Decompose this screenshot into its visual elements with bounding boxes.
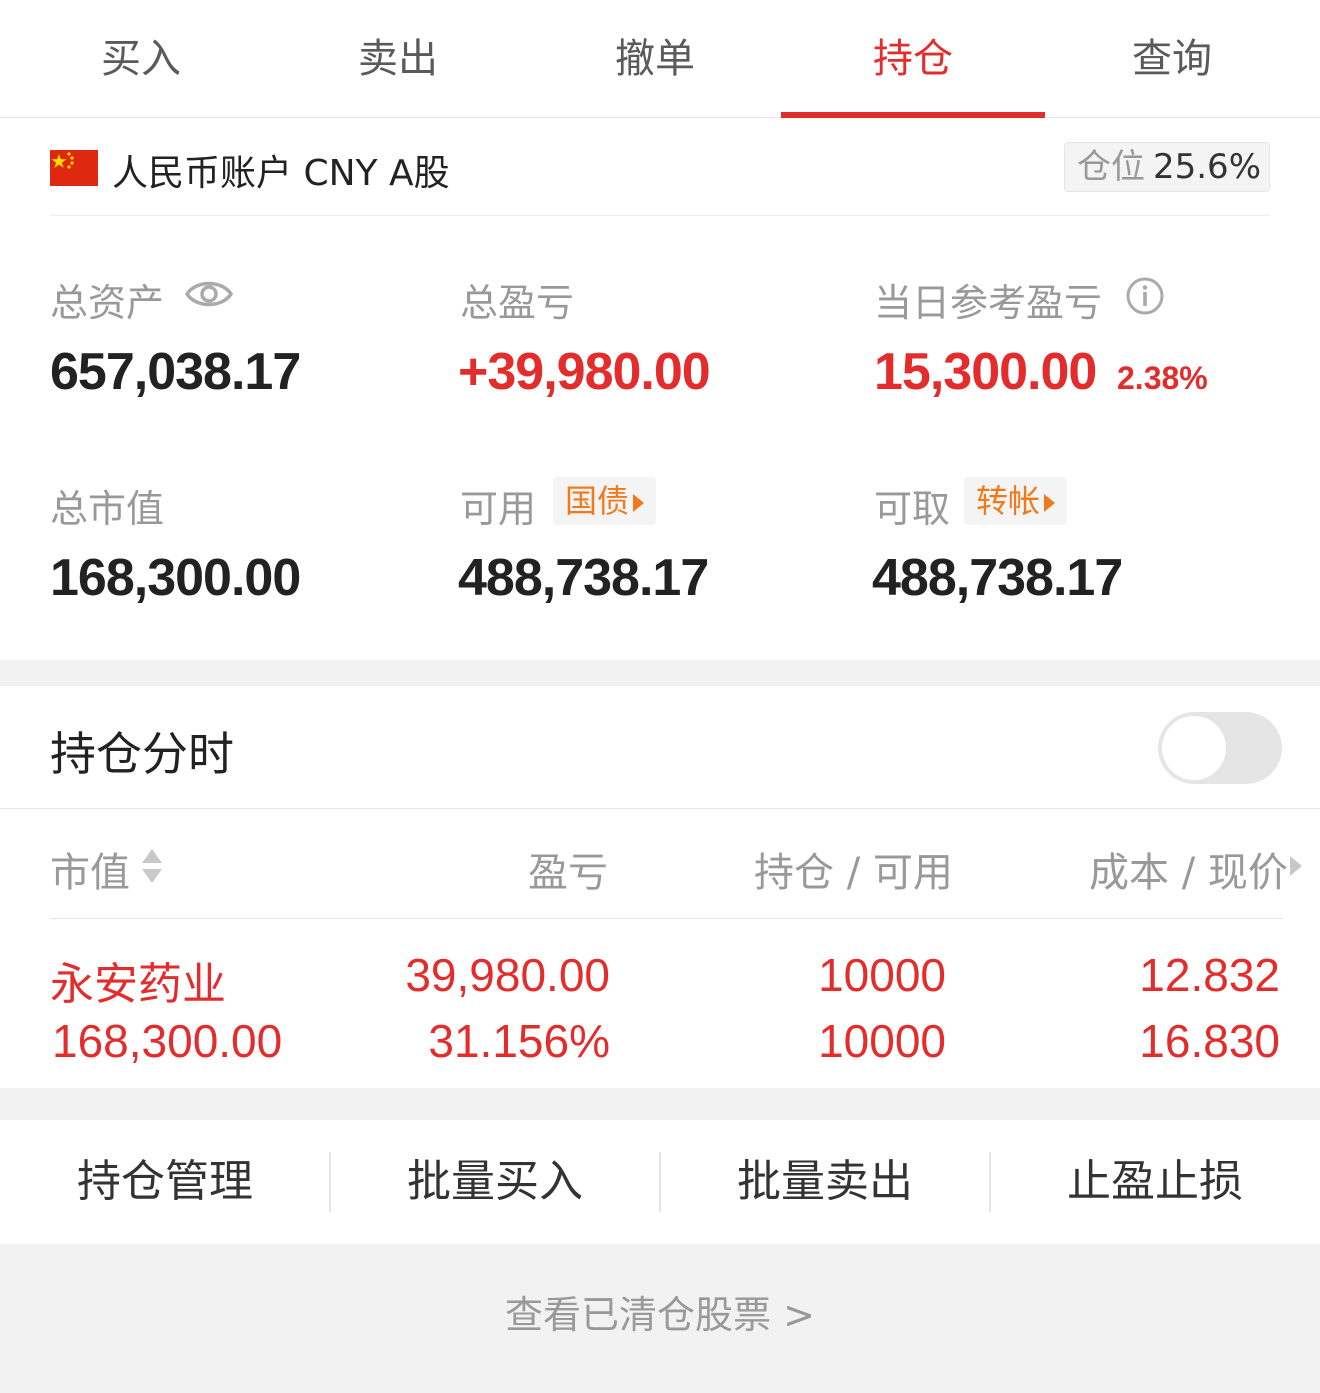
treasury-bond-label: 国债 (565, 482, 630, 520)
total-pnl-label: 总盈亏 (460, 281, 575, 325)
daily-pnl-value: 15,300.00 (874, 343, 1097, 401)
stock-pnl-percent: 31.156% (428, 1015, 610, 1067)
play-arrow-icon (1044, 494, 1056, 512)
account-name: 人民币账户 CNY A股 (112, 153, 450, 194)
col-header-market-value[interactable]: 市值 (50, 840, 130, 898)
stock-holding-qty: 10000 (818, 949, 946, 1001)
sort-icon[interactable] (140, 846, 164, 886)
market-value-label: 总市值 (50, 487, 165, 531)
batch-buy-button[interactable]: 批量买入 (330, 1120, 660, 1244)
available-label: 可用 (460, 487, 537, 531)
tab-buy[interactable]: 买入 (9, 0, 273, 118)
position-label: 仓位 (1076, 147, 1145, 187)
stock-name: 永安药业 (50, 959, 226, 1010)
daily-pnl-percent: 2.38% (1117, 360, 1208, 396)
transfer-label: 转帐 (976, 482, 1041, 520)
chevron-right-icon[interactable] (1289, 855, 1303, 877)
position-value: 25.6% (1152, 147, 1261, 187)
toggle-knob (1162, 716, 1226, 780)
play-arrow-icon (633, 494, 645, 512)
market-value-value: 168,300.00 (50, 549, 301, 607)
col-header-cost-price[interactable]: 成本 / 现价 (1089, 840, 1288, 898)
tab-cancel-order[interactable]: 撤单 (523, 0, 787, 118)
divider (0, 808, 1320, 809)
withdrawable-value: 488,738.17 (872, 549, 1123, 607)
eye-icon[interactable] (184, 276, 234, 312)
available-value: 488,738.17 (458, 549, 709, 607)
table-row[interactable]: 永安药业 168,300.00 39,980.00 31.156% 10000 … (0, 920, 1320, 1088)
tab-sell[interactable]: 卖出 (266, 0, 530, 118)
divider (50, 918, 1283, 919)
batch-sell-button[interactable]: 批量卖出 (660, 1120, 990, 1244)
position-ratio-badge: 仓位 25.6% (1063, 142, 1270, 192)
col-header-holding-available: 持仓 / 可用 (754, 850, 953, 896)
daily-pnl-label: 当日参考盈亏 (874, 281, 1103, 325)
holdings-action-bar: 持仓管理 批量买入 批量卖出 止盈止损 (0, 1120, 1320, 1244)
trade-tab-bar: 买入 卖出 撤单 持仓 查询 (0, 0, 1320, 118)
stock-pnl: 39,980.00 (405, 949, 610, 1001)
total-assets-label: 总资产 (50, 281, 165, 325)
stock-market-value: 168,300.00 (52, 1015, 283, 1067)
withdrawable-label: 可取 (874, 487, 951, 531)
section-divider (0, 1088, 1320, 1120)
stock-available-qty: 10000 (818, 1015, 946, 1067)
view-cleared-stocks-link[interactable]: 查看已清仓股票 > (0, 1284, 1320, 1339)
col-header-pnl: 盈亏 (528, 850, 608, 896)
stock-current-price: 16.830 (1139, 1015, 1280, 1067)
footer: 查看已清仓股票 > (0, 1244, 1320, 1393)
holdings-manage-button[interactable]: 持仓管理 (0, 1120, 330, 1244)
tab-query[interactable]: 查询 (1040, 0, 1304, 118)
total-pnl-value: +39,980.00 (458, 343, 711, 401)
china-flag-icon (50, 150, 98, 186)
info-icon[interactable] (1125, 276, 1165, 316)
account-header: 人民币账户 CNY A股 仓位 25.6% (50, 130, 1270, 216)
active-tab-indicator (781, 112, 1045, 118)
stock-cost: 12.832 (1139, 949, 1280, 1001)
section-divider (0, 660, 1320, 686)
holdings-timeshare-toggle[interactable] (1158, 712, 1282, 784)
total-assets-value: 657,038.17 (50, 343, 301, 401)
treasury-bond-button[interactable]: 国债 (553, 477, 657, 525)
take-profit-stop-loss-button[interactable]: 止盈止损 (990, 1120, 1320, 1244)
holdings-timeshare-title: 持仓分时 (50, 727, 234, 781)
tab-holdings[interactable]: 持仓 (781, 0, 1045, 118)
transfer-button[interactable]: 转帐 (964, 477, 1068, 525)
